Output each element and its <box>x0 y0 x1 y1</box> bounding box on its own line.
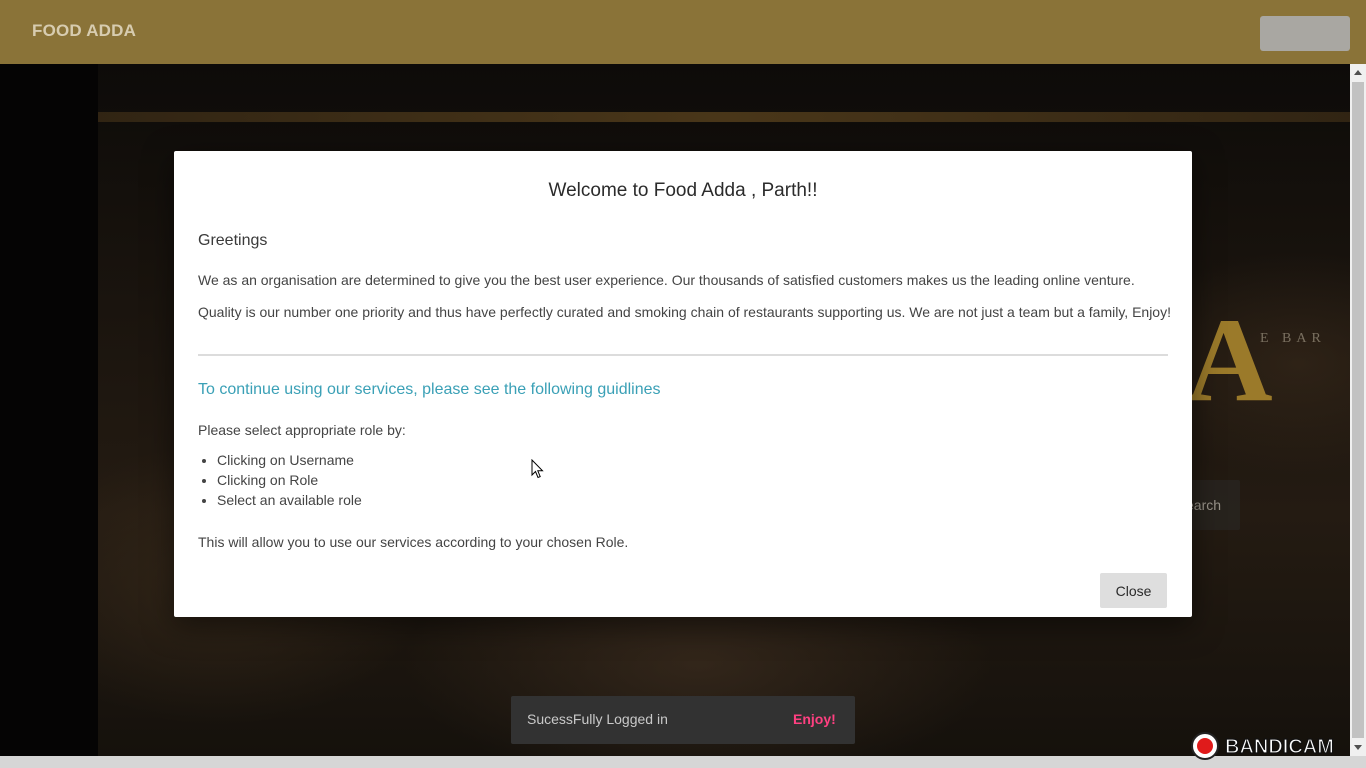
role-instruction: Please select appropriate role by: <box>198 422 406 438</box>
list-item: Clicking on Username <box>217 450 362 470</box>
snackbar-action[interactable]: Enjoy! <box>793 711 836 727</box>
intro-paragraph: We as an organisation are determined to … <box>198 272 1135 288</box>
snackbar: SucessFully Logged in Enjoy! <box>511 696 855 744</box>
divider <box>198 354 1168 356</box>
watermark-text: BANDICAM <box>1225 736 1334 758</box>
hero-sign-letter: A <box>1186 293 1273 426</box>
awning-lights <box>98 112 1350 122</box>
bandicam-watermark: BANDICAM <box>1191 732 1334 760</box>
quality-paragraph: Quality is our number one priority and t… <box>198 304 1171 320</box>
welcome-dialog: Welcome to Food Adda , Parth!! Greetings… <box>174 151 1192 617</box>
mouse-cursor-icon <box>531 459 544 479</box>
steps-list: Clicking on Username Clicking on Role Se… <box>198 450 362 510</box>
greeting-heading: Greetings <box>198 232 268 249</box>
brand-logo[interactable]: FOOD ADDA <box>32 21 136 41</box>
list-item: Clicking on Role <box>217 470 362 490</box>
horizontal-scrollbar[interactable] <box>0 756 1366 768</box>
bar-sign: E BAR <box>1260 331 1326 346</box>
scroll-down-icon[interactable] <box>1354 745 1362 750</box>
closing-text: This will allow you to use our services … <box>198 534 629 550</box>
list-item: Select an available role <box>217 490 362 510</box>
guideline-heading: To continue using our services, please s… <box>198 381 661 398</box>
close-button[interactable]: Close <box>1100 573 1167 608</box>
user-menu-button[interactable] <box>1260 16 1350 51</box>
scroll-thumb[interactable] <box>1352 82 1364 738</box>
app-bar: FOOD ADDA <box>0 0 1366 64</box>
scroll-up-icon[interactable] <box>1354 70 1362 75</box>
snackbar-message: SucessFully Logged in <box>527 711 668 727</box>
vertical-scrollbar[interactable] <box>1350 64 1366 756</box>
dialog-title: Welcome to Food Adda , Parth!! <box>548 180 818 201</box>
